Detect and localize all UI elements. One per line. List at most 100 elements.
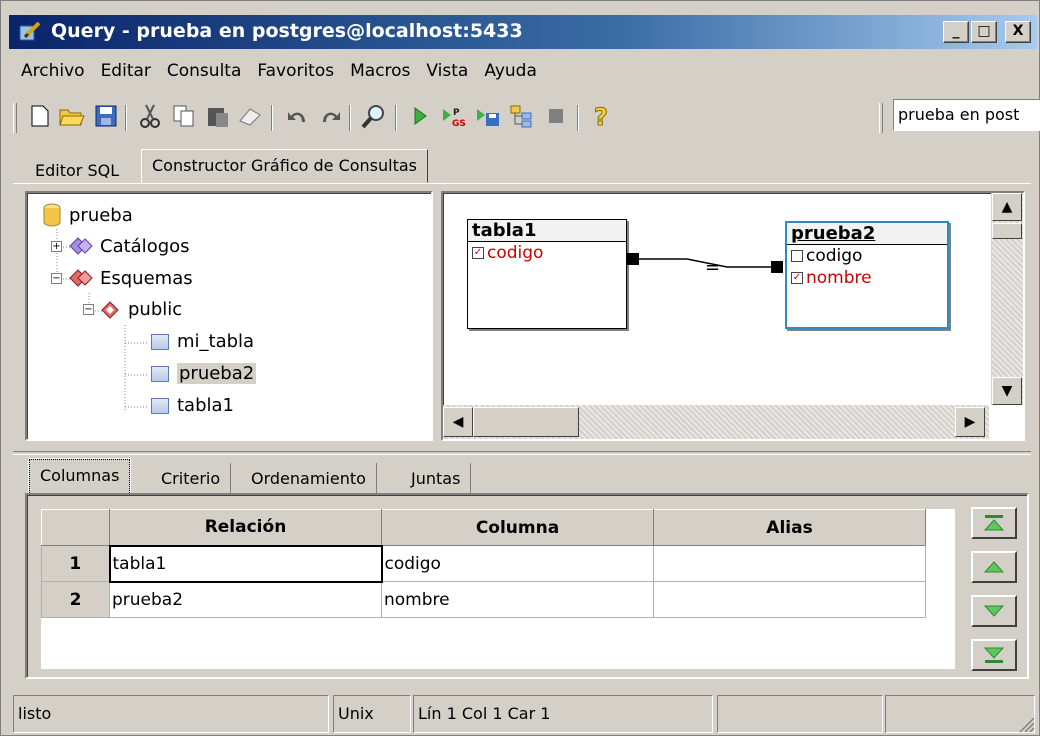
tab-columnas[interactable]: Columnas	[27, 458, 132, 496]
find-icon[interactable]	[359, 101, 389, 131]
grid-header-column[interactable]: Columna	[381, 509, 654, 546]
tab-juntas[interactable]: Juntas	[401, 463, 472, 494]
tab-criterio[interactable]: Criterio	[151, 463, 232, 494]
scroll-thumb[interactable]	[992, 223, 1022, 239]
new-icon[interactable]	[25, 101, 55, 131]
tab-ordenamiento[interactable]: Ordenamiento	[241, 463, 377, 494]
horizontal-scrollbar[interactable]: ◀ ▶	[443, 405, 989, 439]
tree-table-tabla1[interactable]: tabla1	[151, 395, 234, 416]
help-icon[interactable]: ?	[587, 101, 617, 131]
field-label: nombre	[806, 268, 872, 288]
table-box-tabla1[interactable]: tabla1 ✓ codigo	[467, 219, 627, 329]
menu-macros[interactable]: Macros	[342, 57, 418, 87]
toolbar-grip[interactable]	[13, 103, 17, 133]
toolbar-separator	[395, 105, 397, 131]
cell-relation[interactable]: tabla1	[108, 544, 383, 583]
scroll-down-icon[interactable]: ▼	[992, 377, 1022, 405]
move-up-button[interactable]	[971, 551, 1017, 583]
join-operator[interactable]: =	[705, 257, 720, 278]
tree-label-catalogs: Catálogos	[100, 235, 190, 257]
menu-vista[interactable]: Vista	[418, 57, 476, 87]
move-bottom-button[interactable]	[971, 639, 1017, 671]
checkbox-checked-icon[interactable]: ✓	[791, 272, 803, 284]
explain-analyze-icon[interactable]	[507, 101, 537, 131]
table-box-prueba2[interactable]: prueba2 codigo ✓ nombre	[785, 221, 949, 329]
cut-icon[interactable]	[135, 101, 165, 131]
scroll-left-icon[interactable]: ◀	[443, 407, 473, 437]
cell-column[interactable]: codigo	[381, 545, 654, 582]
cell-alias[interactable]	[653, 545, 926, 582]
tree-label-table: prueba2	[177, 363, 257, 384]
cell-relation[interactable]: prueba2	[109, 581, 382, 618]
tree-root[interactable]: prueba	[43, 203, 133, 227]
move-top-icon	[983, 515, 1005, 531]
tab-strip-line	[13, 183, 1031, 185]
cell-alias[interactable]	[653, 581, 926, 618]
expand-icon[interactable]: +	[51, 240, 62, 252]
splitter[interactable]	[13, 451, 1031, 455]
scroll-right-icon[interactable]: ▶	[955, 407, 985, 437]
grid-header-alias[interactable]: Alias	[653, 509, 926, 546]
main-toolbar: P GS ?	[13, 97, 1037, 137]
tree-schemas[interactable]: − Esquemas	[51, 267, 193, 289]
collapse-icon[interactable]: −	[51, 272, 62, 284]
field-codigo[interactable]: codigo	[787, 245, 947, 267]
tab-query-builder[interactable]: Constructor Gráfico de Consultas	[141, 149, 429, 183]
tree-table-prueba2[interactable]: prueba2	[151, 363, 257, 384]
row-number[interactable]: 1	[41, 545, 110, 582]
move-down-icon	[983, 605, 1005, 617]
resize-grip-icon[interactable]	[1017, 715, 1035, 733]
move-down-button[interactable]	[971, 595, 1017, 627]
tree-label-table: tabla1	[177, 395, 234, 416]
maximize-button[interactable]: □	[971, 21, 997, 43]
tab-editor-sql[interactable]: Editor SQL	[25, 155, 130, 186]
object-tree[interactable]: prueba + Catálogos − Esquemas − public m…	[25, 191, 433, 441]
save-icon[interactable]	[91, 101, 121, 131]
paste-icon[interactable]	[203, 101, 233, 131]
explain-icon[interactable]: P GS	[439, 101, 469, 131]
undo-icon[interactable]	[283, 101, 313, 131]
menu-favoritos[interactable]: Favoritos	[249, 57, 342, 87]
menu-archivo[interactable]: Archivo	[13, 57, 93, 87]
table-row[interactable]: 1 tabla1 codigo	[41, 544, 926, 583]
connection-combo[interactable]: prueba en post	[893, 99, 1040, 131]
checkbox-unchecked-icon[interactable]	[791, 250, 803, 262]
cell-column[interactable]: nombre	[381, 581, 654, 618]
checkbox-checked-icon[interactable]: ✓	[472, 247, 484, 259]
close-button[interactable]: X	[1005, 21, 1031, 43]
field-nombre[interactable]: ✓ nombre	[787, 267, 947, 289]
menu-bar: Archivo Editar Consulta Favoritos Macros…	[13, 57, 545, 87]
tree-public[interactable]: − public	[83, 299, 182, 320]
tree-table-mi-tabla[interactable]: mi_tabla	[151, 331, 254, 352]
tree-label-table: mi_tabla	[177, 331, 255, 352]
stop-icon[interactable]	[541, 101, 571, 131]
columns-grid[interactable]: Relación Columna Alias 1 tabla1 codigo 2…	[41, 509, 926, 618]
table-row[interactable]: 2 prueba2 nombre	[41, 581, 926, 618]
status-eol: Unix	[333, 695, 411, 733]
move-top-button[interactable]	[971, 507, 1017, 539]
title-bar[interactable]: Query - prueba en postgres@localhost:543…	[9, 15, 1037, 49]
grid-header-relation[interactable]: Relación	[109, 509, 382, 546]
open-folder-icon[interactable]	[57, 101, 87, 131]
tree-catalogs[interactable]: + Catálogos	[51, 235, 190, 257]
scroll-thumb[interactable]	[473, 407, 579, 437]
svg-text:?: ?	[594, 103, 608, 129]
row-number[interactable]: 2	[41, 581, 110, 618]
collapse-icon[interactable]: −	[83, 304, 94, 315]
redo-icon[interactable]	[315, 101, 345, 131]
toolbar-grip[interactable]	[879, 103, 883, 133]
table-box-title: tabla1	[468, 220, 626, 242]
menu-ayuda[interactable]: Ayuda	[476, 57, 545, 87]
eraser-icon[interactable]	[235, 101, 265, 131]
copy-icon[interactable]	[169, 101, 199, 131]
query-design-canvas[interactable]: tabla1 ✓ codigo prueba2 codigo ✓ nombre …	[441, 191, 1025, 441]
menu-editar[interactable]: Editar	[93, 57, 159, 87]
run-save-icon[interactable]	[473, 101, 503, 131]
status-position: Lín 1 Col 1 Car 1	[413, 695, 713, 733]
menu-consulta[interactable]: Consulta	[159, 57, 249, 87]
minimize-button[interactable]: _	[943, 21, 969, 43]
vertical-scrollbar[interactable]: ▲ ▼	[991, 193, 1023, 405]
field-codigo[interactable]: ✓ codigo	[468, 242, 626, 264]
scroll-up-icon[interactable]: ▲	[992, 193, 1022, 221]
run-icon[interactable]	[405, 101, 435, 131]
